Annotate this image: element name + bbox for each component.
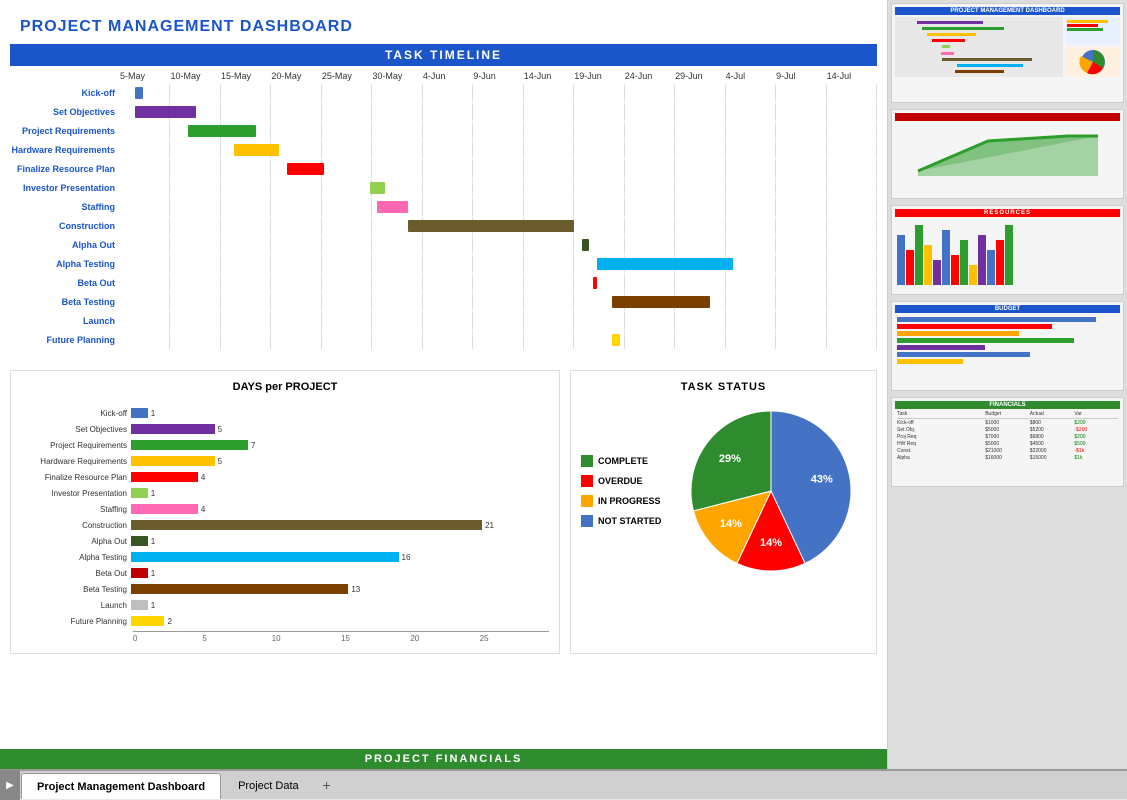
gantt-rows: Kick-offSet ObjectivesProject Requiremen…: [10, 84, 877, 349]
bar-row: 1: [131, 405, 549, 421]
gantt-row: Investor Presentation: [10, 179, 877, 197]
timeline-section: TASK TIMELINE 5-May10-May15-May20-May25-…: [10, 44, 877, 355]
pie-label-1: 14%: [760, 537, 782, 549]
gantt-row: Beta Testing: [10, 293, 877, 311]
gantt-row: Kick-off: [10, 84, 877, 102]
bar-label: Launch: [21, 597, 131, 613]
dashboard: PROJECT MANAGEMENT DASHBOARD TASK TIMELI…: [0, 0, 887, 769]
bottom-bar: ▶ Project Management Dashboard Project D…: [0, 769, 1127, 799]
pie-label-0: 43%: [811, 474, 833, 486]
legend: COMPLETE OVERDUE IN PROGRESS NOT STARTED: [581, 455, 661, 527]
bar-label: Construction: [21, 517, 131, 533]
bar-row: 5: [131, 421, 549, 437]
gantt-row: Alpha Out: [10, 236, 877, 254]
bar-label: Future Planning: [21, 613, 131, 629]
gantt-row: Alpha Testing: [10, 255, 877, 273]
legend-label: NOT STARTED: [598, 516, 661, 526]
gantt-row: Construction: [10, 217, 877, 235]
bar-row: 4: [131, 469, 549, 485]
legend-item: COMPLETE: [581, 455, 661, 467]
legend-label: OVERDUE: [598, 476, 643, 486]
gantt-dates: 5-May10-May15-May20-May25-May30-May4-Jun…: [120, 71, 877, 81]
bar-row: 1: [131, 597, 549, 613]
pie-chart: 43% 14% 14% 29%: [681, 401, 861, 581]
pie-section: TASK STATUS COMPLETE OVERDUE IN PROGRESS NO…: [570, 370, 877, 654]
bar-row: 4: [131, 501, 549, 517]
tab-dashboard[interactable]: Project Management Dashboard: [21, 773, 221, 799]
bar-label: Alpha Testing: [21, 549, 131, 565]
thumb-2: [891, 109, 1124, 199]
bar-label: Hardware Requirements: [21, 453, 131, 469]
bar-chart-section: DAYS per PROJECT Kick-offSet ObjectivesP…: [10, 370, 560, 654]
bar-row: 16: [131, 549, 549, 565]
bar-row: 21: [131, 517, 549, 533]
add-tab-button[interactable]: +: [315, 773, 339, 797]
bar-label: Set Objectives: [21, 421, 131, 437]
bar-label: Beta Out: [21, 565, 131, 581]
bar-label: Beta Testing: [21, 581, 131, 597]
gantt-row: Set Objectives: [10, 103, 877, 121]
pie-label-2: 14%: [720, 518, 742, 530]
gantt-row: Finalize Resource Plan: [10, 160, 877, 178]
gantt-row: Staffing: [10, 198, 877, 216]
bar-label: Alpha Out: [21, 533, 131, 549]
legend-label: COMPLETE: [598, 456, 648, 466]
thumb-1: PROJECT MANAGEMENT DASHBOARD: [891, 3, 1124, 103]
bar-row: 5: [131, 453, 549, 469]
bar-row: 1: [131, 533, 549, 549]
thumb-5: FINANCIALS TaskBudgetActualVar Kick-off$…: [891, 397, 1124, 487]
legend-color: [581, 515, 593, 527]
financials-banner: PROJECT FINANCIALS: [0, 749, 887, 769]
legend-color: [581, 475, 593, 487]
gantt-row: Hardware Requirements: [10, 141, 877, 159]
page-title: PROJECT MANAGEMENT DASHBOARD: [10, 10, 877, 44]
gantt-row: Future Planning: [10, 331, 877, 349]
gantt-row: Beta Out: [10, 274, 877, 292]
main-content: PROJECT MANAGEMENT DASHBOARD TASK TIMELI…: [0, 0, 1127, 769]
bar-row: 1: [131, 485, 549, 501]
thumb-4: BUDGET: [891, 301, 1124, 391]
bar-chart-title: DAYS per PROJECT: [21, 381, 549, 393]
thumbnails-panel: PROJECT MANAGEMENT DASHBOARD: [887, 0, 1127, 769]
pie-title: TASK STATUS: [581, 381, 866, 393]
thumb-3: RESOURCES: [891, 205, 1124, 295]
legend-color: [581, 455, 593, 467]
gantt-row: Launch: [10, 312, 877, 330]
legend-item: NOT STARTED: [581, 515, 661, 527]
bar-label: Investor Presentation: [21, 485, 131, 501]
bar-row: 1: [131, 565, 549, 581]
gantt-row: Project Requirements: [10, 122, 877, 140]
lower-section: DAYS per PROJECT Kick-offSet ObjectivesP…: [10, 370, 877, 654]
bar-chart-inner: Kick-offSet ObjectivesProject Requiremen…: [21, 405, 549, 629]
bar-area: 15754142111611312: [131, 405, 549, 629]
tab-project-data[interactable]: Project Data: [223, 773, 314, 799]
legend-color: [581, 495, 593, 507]
bar-row: 2: [131, 613, 549, 629]
bar-label: Staffing: [21, 501, 131, 517]
bar-labels: Kick-offSet ObjectivesProject Requiremen…: [21, 405, 131, 629]
bar-row: 7: [131, 437, 549, 453]
legend-item: OVERDUE: [581, 475, 661, 487]
bar-label: Project Requirements: [21, 437, 131, 453]
legend-label: IN PROGRESS: [598, 496, 661, 506]
timeline-header: TASK TIMELINE: [10, 44, 877, 66]
bar-axis: 0510152025: [133, 631, 549, 643]
pie-content: COMPLETE OVERDUE IN PROGRESS NOT STARTED 43…: [581, 401, 866, 581]
bar-label: Finalize Resource Plan: [21, 469, 131, 485]
tab-arrow[interactable]: ▶: [0, 770, 20, 800]
legend-item: IN PROGRESS: [581, 495, 661, 507]
app: PROJECT MANAGEMENT DASHBOARD TASK TIMELI…: [0, 0, 1127, 799]
bar-row: 13: [131, 581, 549, 597]
pie-label-3: 29%: [719, 453, 741, 465]
bar-label: Kick-off: [21, 405, 131, 421]
gantt-container: 5-May10-May15-May20-May25-May30-May4-Jun…: [10, 66, 877, 355]
